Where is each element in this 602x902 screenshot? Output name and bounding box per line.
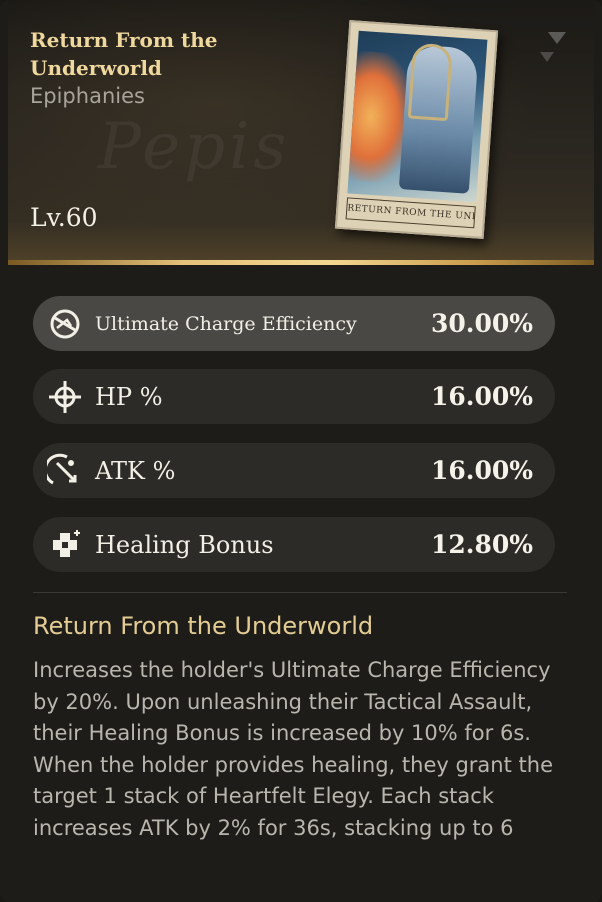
section-divider — [33, 592, 567, 593]
item-category: Epiphanies — [30, 84, 145, 108]
stat-label: Healing Bonus — [95, 530, 274, 559]
item-title: Return From the Underworld — [30, 28, 218, 80]
chevron-down-icon[interactable] — [548, 32, 566, 44]
stat-value: 16.00% — [430, 456, 533, 485]
stat-row-hp[interactable]: HP % 16.00% — [33, 369, 555, 424]
epiphany-detail-panel: Pepis Return From the Underworld Epiphan… — [0, 0, 602, 902]
effect-description[interactable]: Increases the holder's Ultimate Charge E… — [33, 655, 578, 862]
stat-value: 16.00% — [430, 382, 533, 411]
stat-row-atk[interactable]: ATK % 16.00% — [33, 443, 555, 498]
gold-divider — [8, 260, 594, 265]
stat-value: 30.00% — [430, 309, 533, 338]
chevron-down-small-icon — [540, 52, 554, 62]
effect-title: Return From the Underworld — [33, 612, 374, 640]
stat-label: HP % — [95, 382, 163, 411]
harp-art — [407, 42, 453, 122]
ultimate-charge-icon — [45, 304, 85, 344]
header-background-deco: Pepis — [98, 110, 291, 184]
crosshair-hp-icon — [45, 377, 85, 417]
stat-row-ultimate-charge[interactable]: Ultimate Charge Efficiency 30.00% — [33, 296, 555, 351]
atk-icon — [45, 451, 85, 491]
item-level: Lv.60 — [30, 203, 98, 232]
card-cover-label: RETURN FROM THE UNDERWORLD — [345, 197, 476, 229]
epiphany-card-art: RETURN FROM THE UNDERWORLD — [334, 20, 499, 239]
stat-label: ATK % — [95, 456, 176, 485]
scroll-fade — [0, 840, 602, 902]
stat-row-healing-bonus[interactable]: Healing Bonus 12.80% — [33, 517, 555, 572]
stat-label: Ultimate Charge Efficiency — [95, 312, 357, 335]
stat-value: 12.80% — [430, 530, 533, 559]
card-illustration — [347, 30, 488, 203]
healing-cross-icon — [45, 525, 85, 565]
